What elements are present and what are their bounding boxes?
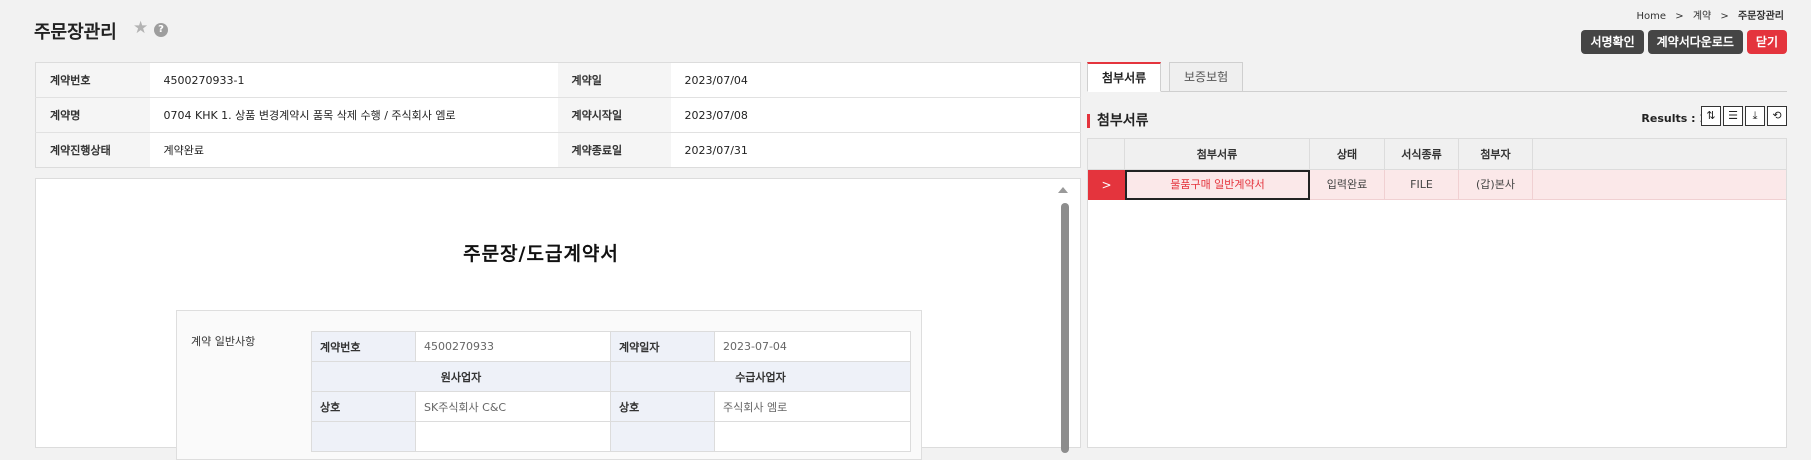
breadcrumb-contract[interactable]: 계약 bbox=[1693, 11, 1711, 22]
tab-bar: 첨부서류 보증보험 bbox=[1087, 62, 1787, 92]
contract-name-label: 계약명 bbox=[35, 97, 150, 133]
scroll-up-icon[interactable] bbox=[1058, 187, 1068, 193]
sub-contractor-header: 수급사업자 bbox=[610, 361, 911, 392]
prime-contractor-header: 원사업자 bbox=[311, 361, 611, 392]
results-count: Results : 1 bbox=[1641, 112, 1707, 125]
end-date-value: 2023/07/31 bbox=[684, 143, 748, 157]
doc-date-label: 계약일자 bbox=[610, 331, 715, 362]
contract-name-value: 0704 KHK 1. 상품 변경계약시 품목 삭제 수행 / 주식회사 엠로 bbox=[149, 97, 558, 133]
chevron-right-icon[interactable]: > bbox=[1088, 170, 1125, 200]
attachments-panel: 첨부서류 보증보험 첨부서류 Results : 1 ⇅ ☰ ⤓ ⟲ 첨부서류 … bbox=[1087, 62, 1787, 448]
grid-header-blank bbox=[1088, 139, 1125, 170]
prime-name-label: 상호 bbox=[311, 391, 416, 422]
end-date-label: 계약종료일 bbox=[557, 132, 671, 168]
status-value: 계약완료 bbox=[163, 144, 204, 157]
grid-header-doc[interactable]: 첨부서류 bbox=[1125, 139, 1310, 170]
list-icon[interactable]: ☰ bbox=[1723, 106, 1743, 126]
doc-no-value: 4500270933 bbox=[415, 331, 611, 362]
doc-date-value: 2023-07-04 bbox=[714, 331, 911, 362]
table-row[interactable]: > 물품구매 일반계약서 입력완료 FILE (갑)본사 bbox=[1088, 170, 1786, 200]
help-icon[interactable]: ? bbox=[154, 23, 168, 37]
sub-name-value: 주식회사 엠로 bbox=[714, 391, 911, 422]
breadcrumb-sep: > bbox=[1720, 11, 1729, 22]
contract-no-label: 계약번호 bbox=[35, 62, 150, 98]
tab-attachments[interactable]: 첨부서류 bbox=[1087, 62, 1162, 92]
prime-name-value: SK주식회사 C&C bbox=[415, 391, 611, 422]
grid-header: 첨부서류 상태 서식종류 첨부자 bbox=[1088, 139, 1786, 170]
document-title: 주문장/도급계약서 bbox=[463, 243, 619, 265]
sort-icon[interactable]: ⇅ bbox=[1701, 106, 1721, 126]
general-table: 계약번호 4500270933 계약일자 2023-07-04 원사업자 수급사… bbox=[311, 331, 911, 452]
breadcrumb-current: 주문장관리 bbox=[1738, 11, 1784, 22]
header: 주문장관리 ★ ? Home > 계약 > 주문장관리 서명확인 계약서다운로드… bbox=[0, 0, 1811, 60]
sub-name-label: 상호 bbox=[610, 391, 715, 422]
contract-info-table: 계약번호 4500270933-1 계약일 2023/07/04 계약명 070… bbox=[35, 62, 1081, 168]
grid-toolbar: ⇅ ☰ ⤓ ⟲ bbox=[1699, 106, 1787, 126]
breadcrumb-sep: > bbox=[1675, 11, 1684, 22]
sign-confirm-button[interactable]: 서명확인 bbox=[1581, 30, 1644, 54]
doc-no-label: 계약번호 bbox=[311, 331, 416, 362]
document-viewer[interactable]: 주문장/도급계약서 계약 일반사항 계약번호 4500270933 계약일자 2… bbox=[35, 178, 1081, 460]
section-label: 계약 일반사항 bbox=[191, 335, 256, 348]
refresh-icon[interactable]: ⟲ bbox=[1767, 106, 1787, 126]
breadcrumb-home[interactable]: Home bbox=[1637, 11, 1667, 22]
contract-download-button[interactable]: 계약서다운로드 bbox=[1647, 30, 1743, 54]
cell-status: 입력완료 bbox=[1310, 170, 1385, 200]
grid-header-status[interactable]: 상태 bbox=[1310, 139, 1385, 170]
cell-type: FILE bbox=[1385, 170, 1459, 200]
grid-header-attacher[interactable]: 첨부자 bbox=[1459, 139, 1533, 170]
start-date-value: 2023/07/08 bbox=[670, 97, 1081, 133]
start-date-label: 계약시작일 bbox=[557, 97, 671, 133]
grid-header-type[interactable]: 서식종류 bbox=[1385, 139, 1459, 170]
star-icon[interactable]: ★ bbox=[133, 18, 148, 38]
close-button[interactable]: 닫기 bbox=[1746, 30, 1787, 54]
cell-attacher: (갑)본사 bbox=[1459, 170, 1533, 200]
contract-date-label: 계약일 bbox=[557, 62, 671, 98]
contract-panel: 계약번호 4500270933-1 계약일 2023/07/04 계약명 070… bbox=[35, 62, 1081, 460]
section-title: 첨부서류 bbox=[1087, 114, 1149, 128]
download-icon[interactable]: ⤓ bbox=[1745, 106, 1765, 126]
contract-date-value: 2023/07/04 bbox=[670, 62, 1081, 98]
breadcrumb: Home > 계약 > 주문장관리 bbox=[1634, 7, 1787, 22]
contract-general-section: 계약 일반사항 계약번호 4500270933 계약일자 2023-07-04 … bbox=[176, 310, 922, 460]
cell-doc[interactable]: 물품구매 일반계약서 bbox=[1125, 170, 1310, 200]
contract-no-value: 4500270933-1 bbox=[149, 62, 558, 98]
attachments-grid: 첨부서류 상태 서식종류 첨부자 > 물품구매 일반계약서 입력완료 FILE … bbox=[1087, 138, 1787, 448]
status-label: 계약진행상태 bbox=[35, 132, 150, 168]
scrollbar[interactable] bbox=[1061, 203, 1069, 453]
tab-guarantee-insurance[interactable]: 보증보험 bbox=[1169, 62, 1244, 92]
page-title: 주문장관리 bbox=[34, 22, 117, 43]
